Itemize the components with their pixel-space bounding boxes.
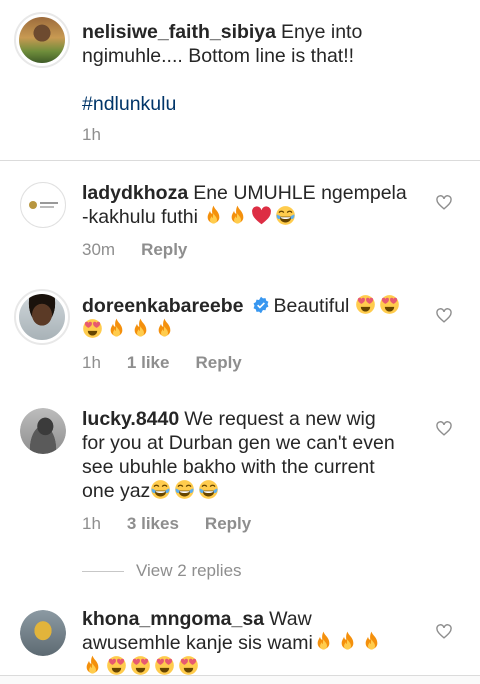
comment-text: We request a new wig [184, 408, 376, 430]
reply-button[interactable]: Reply [195, 353, 241, 373]
caption-username[interactable]: nelisiwe_faith_sibiya [82, 21, 276, 43]
heart-eyes-emoji [379, 294, 400, 315]
heart-eyes-emoji [106, 655, 127, 676]
view-replies-label: View 2 replies [136, 561, 242, 580]
avatar[interactable] [14, 12, 70, 68]
avatar[interactable] [20, 610, 66, 656]
red-heart-emoji [251, 205, 272, 226]
comment-timestamp: 30m [82, 240, 116, 259]
joy-emoji [275, 205, 296, 226]
heart-outline-icon[interactable] [435, 420, 453, 437]
fire-emoji [154, 318, 175, 339]
comment-text-continued: for you at Durban gen we can't even [82, 432, 395, 454]
likes-count[interactable]: 3 likes [127, 514, 179, 534]
fire-emoji [361, 631, 382, 652]
heart-outline-icon[interactable] [435, 194, 453, 211]
caption-text: Enye into [281, 21, 363, 43]
reply-button[interactable]: Reply [141, 240, 187, 260]
avatar[interactable] [14, 289, 70, 345]
heart-eyes-emoji [130, 655, 151, 676]
fire-emoji [313, 631, 334, 652]
likes-count[interactable]: 1 like [127, 353, 170, 373]
caption-timestamp: 1h [82, 125, 101, 144]
comment-text-continued: awusemhle kanje sis wami [82, 632, 313, 654]
comment-timestamp: 1h [82, 353, 101, 372]
comment-username[interactable]: doreenkabareebe [82, 295, 244, 317]
joy-emoji [150, 479, 171, 500]
comment-username[interactable]: khona_mngoma_sa [82, 608, 264, 630]
comment-text: Waw [269, 608, 312, 630]
reply-button[interactable]: Reply [205, 514, 251, 534]
fire-emoji [106, 318, 127, 339]
comment-username[interactable]: lucky.8440 [82, 408, 179, 430]
comment-text-continued: one yaz [82, 480, 151, 502]
comment-text: Ene UMUHLE ngempela [193, 182, 407, 204]
comment-text-continued: -kakhulu futhi [82, 206, 198, 228]
divider [0, 160, 480, 161]
joy-emoji [174, 479, 195, 500]
hashtag-link[interactable]: #ndlunkulu [82, 92, 176, 116]
comment-text-continued: see ubuhle bakho with the current [82, 456, 375, 478]
fire-emoji [203, 205, 224, 226]
avatar[interactable] [20, 408, 66, 454]
comment-username[interactable]: ladydkhoza [82, 182, 188, 204]
view-replies-button[interactable]: View 2 replies [82, 561, 242, 581]
fire-emoji [227, 205, 248, 226]
verified-badge-icon [253, 296, 268, 314]
heart-eyes-emoji [82, 318, 103, 339]
comment-timestamp: 1h [82, 514, 101, 533]
heart-outline-icon[interactable] [435, 307, 453, 324]
comment-text: Beautiful [273, 295, 350, 317]
heart-outline-icon[interactable] [435, 623, 453, 640]
bottom-bar [0, 675, 480, 684]
caption-text-continued: ngimuhle.... Bottom line is that!! [82, 45, 355, 67]
fire-emoji [130, 318, 151, 339]
fire-emoji [82, 655, 103, 676]
divider [82, 570, 124, 572]
heart-eyes-emoji [154, 655, 175, 676]
avatar[interactable] [20, 182, 66, 228]
heart-eyes-emoji [355, 294, 376, 315]
heart-eyes-emoji [178, 655, 199, 676]
fire-emoji [337, 631, 358, 652]
joy-emoji [198, 479, 219, 500]
